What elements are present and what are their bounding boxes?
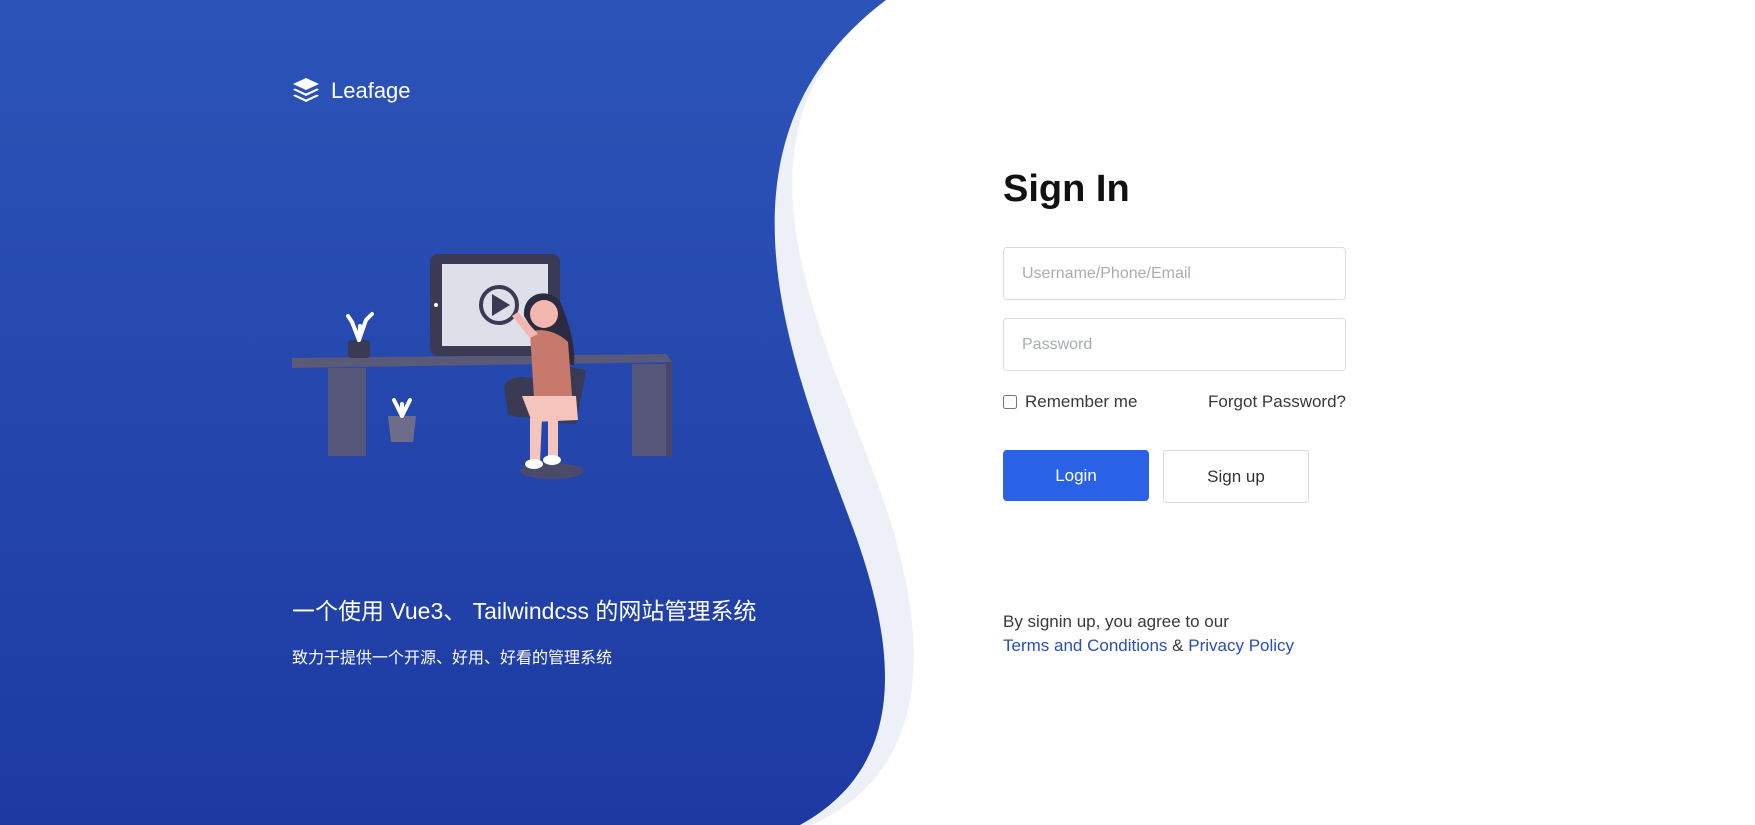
username-input[interactable]: [1003, 247, 1346, 300]
hero-tagline: 一个使用 Vue3、 Tailwindcss 的网站管理系统: [292, 598, 757, 624]
legal-notice: By signin up, you agree to our Terms and…: [1003, 610, 1294, 658]
remember-me-label: Remember me: [1025, 392, 1138, 411]
form-buttons: Login Sign up: [1003, 450, 1346, 503]
forgot-password-link[interactable]: Forgot Password?: [1208, 392, 1346, 412]
privacy-link[interactable]: Privacy Policy: [1188, 636, 1294, 655]
brand-name: Leafage: [331, 78, 411, 103]
legal-prefix: By signin up, you agree to our: [1003, 612, 1229, 631]
hero-subline: 致力于提供一个开源、好用、好看的管理系统: [292, 650, 613, 667]
legal-ampersand: &: [1172, 636, 1184, 655]
remember-me[interactable]: Remember me: [1003, 392, 1137, 412]
login-button[interactable]: Login: [1003, 450, 1149, 501]
sign-up-button[interactable]: Sign up: [1163, 450, 1309, 503]
hero-background-panel: [0, 0, 914, 825]
brand-logo[interactable]: Leafage: [291, 76, 411, 106]
password-input[interactable]: [1003, 318, 1346, 371]
terms-link[interactable]: Terms and Conditions: [1003, 636, 1167, 655]
page-title: Sign In: [1003, 168, 1130, 210]
remember-me-checkbox[interactable]: [1003, 395, 1017, 409]
sign-in-form: Sign In Remember me Forgot Password? Log…: [1003, 165, 1346, 503]
woman-at-desk-illustration: [292, 254, 672, 479]
layers-icon: [293, 78, 319, 102]
form-options-row: Remember me Forgot Password?: [1003, 392, 1346, 412]
